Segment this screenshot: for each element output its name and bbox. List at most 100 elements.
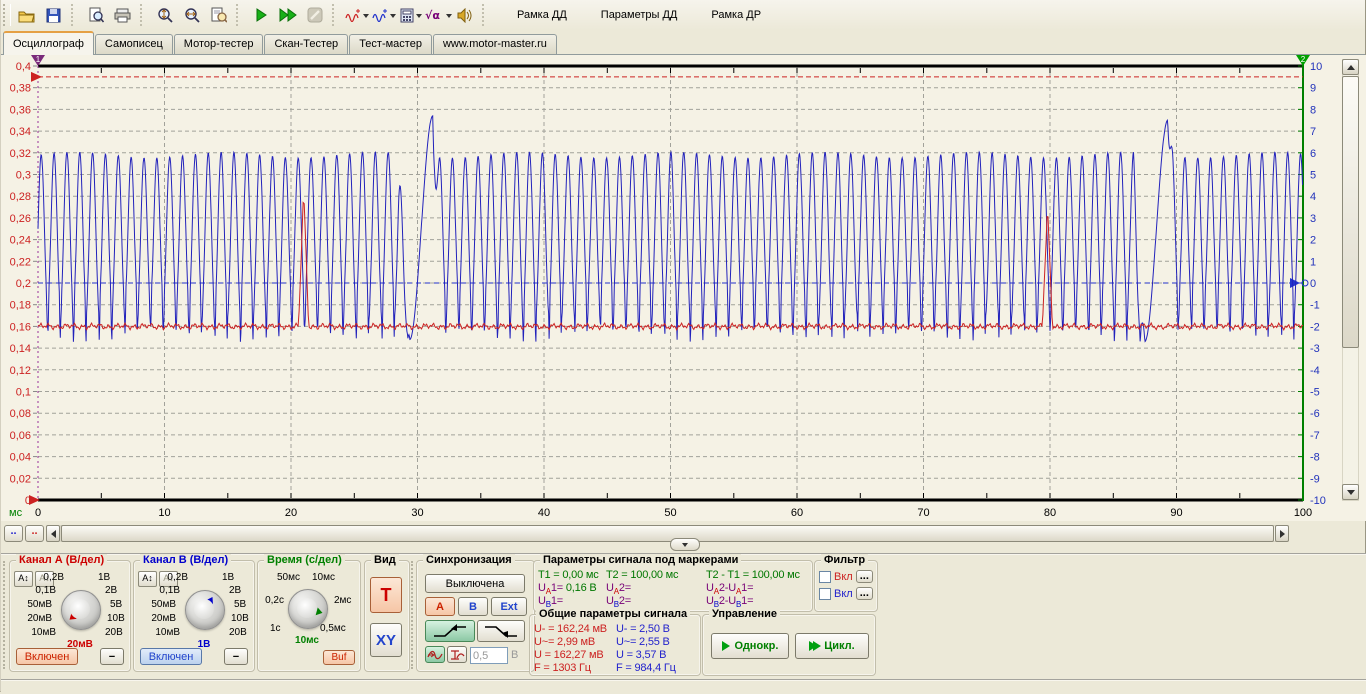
- zoom-vertical-button[interactable]: [151, 2, 178, 29]
- print-preview-button[interactable]: [82, 2, 109, 29]
- scroll-down-button[interactable]: [1342, 484, 1359, 500]
- tab-6[interactable]: www.motor-master.ru: [433, 34, 557, 54]
- channel-b-settings-button[interactable]: [370, 2, 397, 29]
- dropdown-arrow-icon[interactable]: [363, 14, 369, 21]
- svg-text:-1: -1: [1310, 300, 1320, 312]
- svg-text:-7: -7: [1310, 430, 1320, 442]
- calculator-button[interactable]: [397, 2, 424, 29]
- dial-label: 2мс: [334, 595, 351, 606]
- run-single-button[interactable]: Однокр.: [711, 633, 789, 659]
- scroll-left-button[interactable]: [46, 525, 60, 542]
- sync-rising-edge-button[interactable]: [425, 620, 475, 642]
- vertical-scroll-thumb[interactable]: [1342, 76, 1359, 348]
- svg-text:0,12: 0,12: [10, 365, 31, 377]
- sync-source-b-button[interactable]: B: [458, 597, 488, 616]
- menu-item-1[interactable]: Рамка ДД: [507, 5, 577, 25]
- channel-a-power-button[interactable]: Включен: [16, 648, 78, 665]
- filter-checkbox[interactable]: [819, 571, 831, 583]
- sync-source-ext-button[interactable]: Ext: [491, 597, 527, 616]
- menu-item-3[interactable]: Рамка ДР: [701, 5, 771, 25]
- sound-button[interactable]: [451, 2, 478, 29]
- svg-text:50: 50: [664, 507, 676, 519]
- signal-param-b: U~= 2,55 В: [616, 636, 676, 649]
- svg-text:0,08: 0,08: [10, 408, 31, 420]
- svg-text:0,02: 0,02: [10, 473, 31, 485]
- panel-grip[interactable]: [411, 561, 413, 669]
- marker-params-row: UA1= 0,16 ВUA2=UA2-UA1=: [534, 582, 812, 595]
- print-button[interactable]: [109, 2, 136, 29]
- sync-source-a-button[interactable]: A: [425, 597, 455, 616]
- tab-4[interactable]: Скан-Тестер: [264, 34, 348, 54]
- svg-text:-6: -6: [1310, 408, 1320, 420]
- panel-collapse-button[interactable]: [670, 538, 700, 551]
- view-xy-button[interactable]: XY: [370, 623, 402, 657]
- dropdown-arrow-icon[interactable]: [416, 14, 422, 21]
- dial-label: 10мВ: [138, 627, 180, 638]
- scroll-right-button[interactable]: [1275, 525, 1289, 542]
- filter-more-button[interactable]: ...: [856, 570, 873, 583]
- sqrt-alpha-icon: √α: [424, 8, 444, 22]
- filter-more-button[interactable]: ...: [856, 587, 873, 600]
- stop-button[interactable]: [301, 2, 328, 29]
- tab-2[interactable]: Самописец: [95, 34, 173, 54]
- tab-3[interactable]: Мотор-тестер: [174, 34, 264, 54]
- save-button[interactable]: [40, 2, 67, 29]
- signal-param-b: U- = 2,50 В: [616, 623, 676, 636]
- toolbar-menu: Рамка ДД Параметры ДД Рамка ДР: [493, 5, 771, 25]
- svg-text:1: 1: [1310, 256, 1316, 268]
- signal-param-a: U = 162,27 мВ: [534, 649, 607, 662]
- marker-a-dots-button[interactable]: ..: [25, 525, 44, 542]
- speaker-icon: [457, 8, 472, 23]
- pretrigger-icon: [427, 649, 443, 661]
- channel-b-gain-knob[interactable]: [185, 590, 225, 630]
- dial-selected-value: 10мс: [278, 635, 336, 646]
- dropdown-arrow-icon[interactable]: [390, 14, 396, 21]
- sync-level-button[interactable]: [447, 646, 467, 663]
- dial-label: 1с: [270, 623, 281, 634]
- trigger-level-icon: [449, 649, 465, 661]
- app-window: √α Рамка ДД Параметры ДД Рамка ДР Осциллог…: [0, 0, 1366, 692]
- tab-1[interactable]: Осциллограф: [3, 31, 94, 55]
- wave-red-icon: [345, 8, 361, 22]
- start-cyclic-button[interactable]: [274, 2, 301, 29]
- panel-grip[interactable]: [3, 561, 5, 669]
- scroll-up-button[interactable]: [1342, 59, 1359, 75]
- svg-text:8: 8: [1310, 104, 1316, 116]
- sync-falling-edge-button[interactable]: [477, 620, 525, 642]
- svg-text:0,1: 0,1: [16, 387, 31, 399]
- buffer-button[interactable]: Buf: [323, 650, 355, 665]
- horizontal-scroll-thumb[interactable]: [61, 525, 1274, 542]
- filter-title: Фильтр: [821, 554, 868, 566]
- start-single-button[interactable]: [247, 2, 274, 29]
- oscilloscope-svg[interactable]: 00,020,040,060,080,10,120,140,160,180,20…: [1, 55, 1366, 552]
- channel-b-power-button[interactable]: Включен: [140, 648, 202, 665]
- zoom-horizontal-button[interactable]: [178, 2, 205, 29]
- view-t-button[interactable]: T: [370, 577, 402, 613]
- sync-off-button[interactable]: Выключена: [425, 574, 525, 593]
- marker-param-value: T2 - T1 = 100,00 мс: [706, 569, 800, 581]
- channel-a-settings-button[interactable]: [343, 2, 370, 29]
- math-functions-button[interactable]: √α: [424, 2, 451, 29]
- plot-area[interactable]: 00,020,040,060,080,10,120,140,160,180,20…: [1, 55, 1366, 552]
- toolbar-grip[interactable]: [3, 4, 11, 26]
- svg-text:80: 80: [1044, 507, 1056, 519]
- menu-item-2[interactable]: Параметры ДД: [591, 5, 688, 25]
- channel-b-invert-button[interactable]: −: [224, 648, 248, 665]
- svg-text:-3: -3: [1310, 343, 1320, 355]
- toolbar-separator: [482, 4, 493, 26]
- signal-param-a: U- = 162,24 мВ: [534, 623, 607, 636]
- svg-text:0: 0: [35, 507, 41, 519]
- sync-pretrigger-button[interactable]: [425, 646, 445, 663]
- zoom-page-button[interactable]: [205, 2, 232, 29]
- dial-label: 5В: [234, 599, 246, 610]
- channel-a-gain-knob[interactable]: [61, 590, 101, 630]
- open-button[interactable]: [13, 2, 40, 29]
- run-cyclic-button[interactable]: Цикл.: [795, 633, 869, 659]
- filter-label: Вкл: [834, 588, 853, 600]
- filter-row: Вкл...: [819, 587, 873, 600]
- filter-checkbox[interactable]: [819, 588, 831, 600]
- tab-5[interactable]: Тест-мастер: [349, 34, 432, 54]
- sync-level-input[interactable]: [470, 647, 508, 664]
- marker-b-dots-button[interactable]: ..: [4, 525, 23, 542]
- channel-a-invert-button[interactable]: −: [100, 648, 124, 665]
